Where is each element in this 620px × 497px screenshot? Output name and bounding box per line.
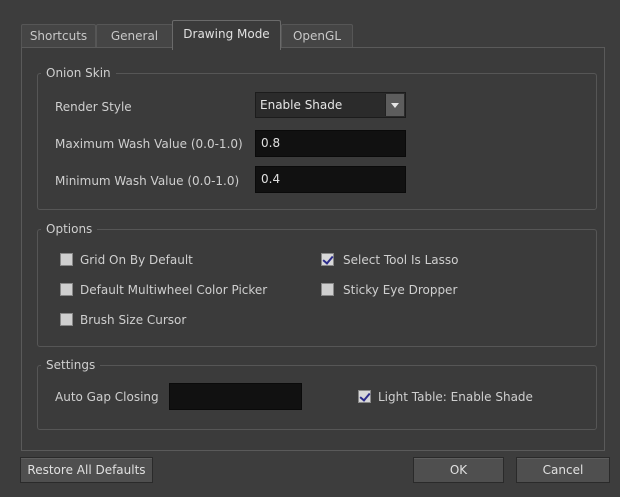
restore-defaults-button[interactable]: Restore All Defaults	[20, 457, 153, 483]
min-wash-label: Minimum Wash Value (0.0-1.0)	[55, 174, 240, 188]
sticky-eye-dropper-checkbox[interactable]	[321, 283, 334, 296]
tab-general[interactable]: General	[96, 24, 173, 49]
drawing-mode-page: Onion Skin Render Style Enable Shade Max…	[21, 47, 605, 451]
render-style-label: Render Style	[55, 100, 132, 114]
sticky-eye-dropper-label: Sticky Eye Dropper	[343, 283, 458, 297]
brush-size-cursor-checkbox[interactable]	[60, 313, 73, 326]
onion-skin-title: Onion Skin	[41, 65, 116, 81]
max-wash-input[interactable]: 0.8	[255, 130, 406, 157]
chevron-down-icon[interactable]	[385, 94, 404, 116]
light-table-label: Light Table: Enable Shade	[378, 390, 533, 404]
onion-skin-group: Onion Skin Render Style Enable Shade Max…	[37, 65, 597, 210]
cancel-button[interactable]: Cancel	[516, 457, 610, 483]
settings-title: Settings	[41, 357, 101, 373]
brush-size-cursor-label: Brush Size Cursor	[80, 313, 187, 327]
settings-group: Settings Auto Gap Closing Light Table: E…	[37, 357, 597, 430]
tab-drawing-mode[interactable]: Drawing Mode	[172, 20, 281, 50]
options-title: Options	[41, 221, 98, 237]
tab-shortcuts[interactable]: Shortcuts	[21, 24, 96, 49]
render-style-value: Enable Shade	[260, 98, 343, 112]
select-tool-lasso-label: Select Tool Is Lasso	[343, 253, 459, 267]
preferences-dialog: Shortcuts General Drawing Mode OpenGL On…	[0, 0, 620, 497]
grid-on-default-label: Grid On By Default	[80, 253, 193, 267]
multiwheel-picker-label: Default Multiwheel Color Picker	[80, 283, 268, 297]
auto-gap-label: Auto Gap Closing	[55, 390, 159, 404]
grid-on-default-checkbox[interactable]	[60, 253, 73, 266]
multiwheel-picker-checkbox[interactable]	[60, 283, 73, 296]
select-tool-lasso-checkbox[interactable]	[321, 253, 334, 266]
render-style-dropdown[interactable]: Enable Shade	[255, 92, 406, 118]
tab-opengl[interactable]: OpenGL	[281, 24, 353, 49]
ok-button[interactable]: OK	[413, 457, 504, 483]
max-wash-label: Maximum Wash Value (0.0-1.0)	[55, 137, 243, 151]
auto-gap-input[interactable]	[169, 383, 302, 410]
min-wash-input[interactable]: 0.4	[255, 166, 406, 193]
light-table-checkbox[interactable]	[358, 390, 371, 403]
options-group: Options Grid On By Default Default Multi…	[37, 221, 597, 347]
